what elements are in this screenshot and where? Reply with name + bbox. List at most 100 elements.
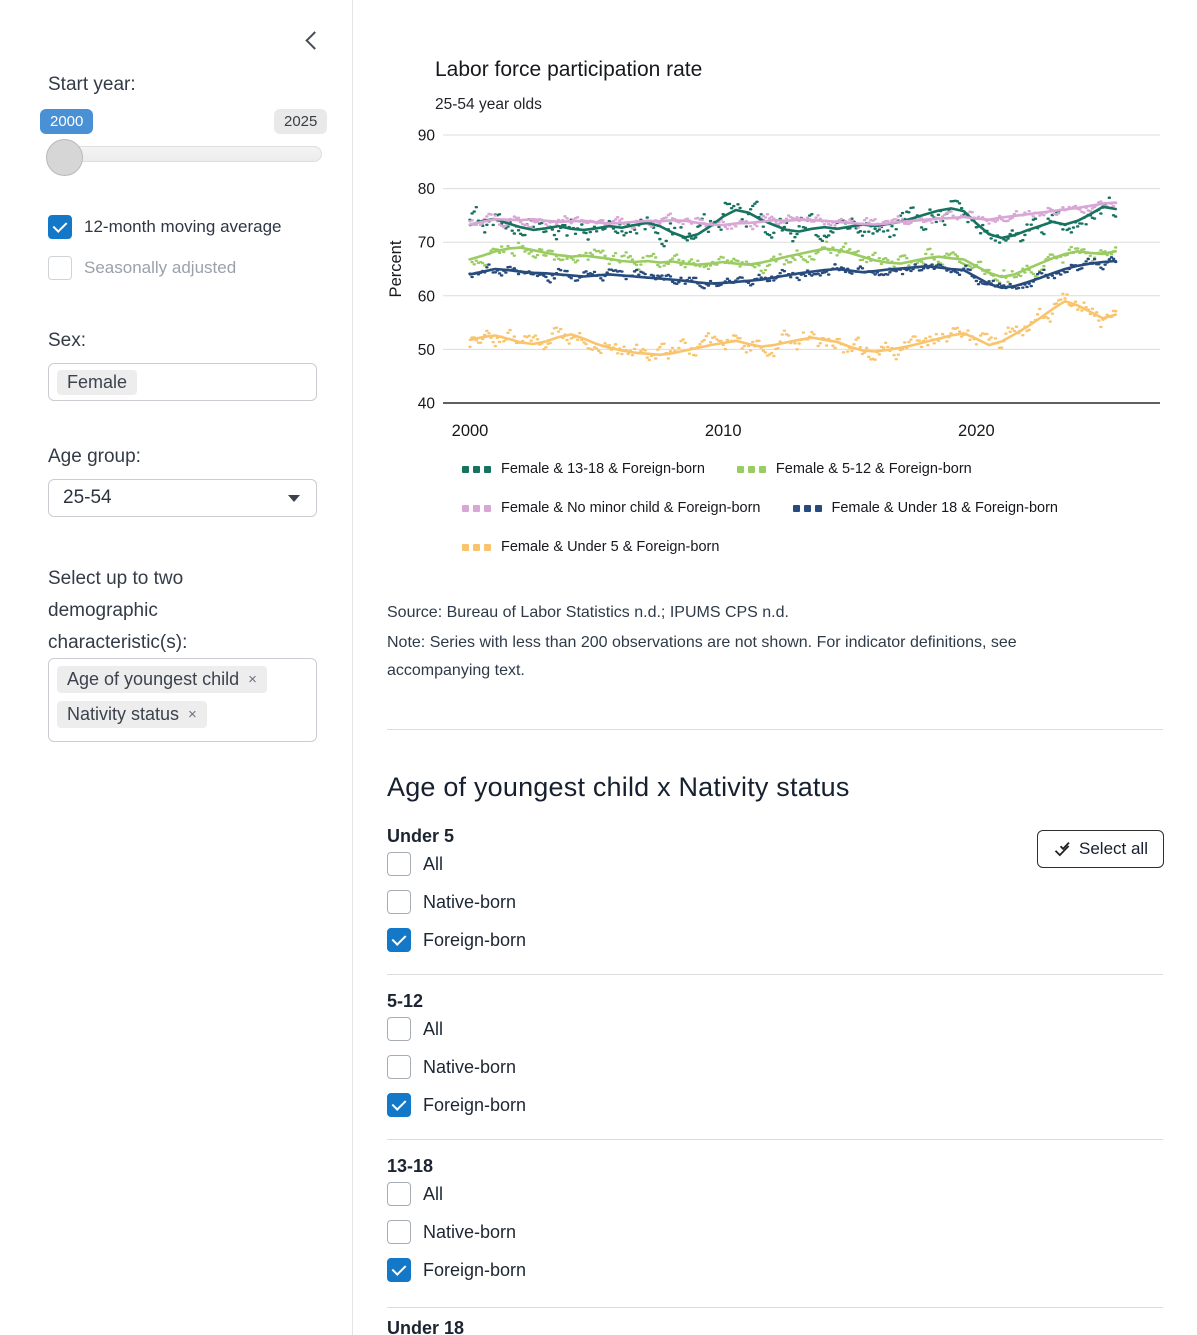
moving-average-label: 12-month moving average: [84, 217, 282, 237]
demographics-label-line: characteristic(s):: [48, 627, 187, 659]
note-text: accompanying text.: [387, 662, 525, 680]
legend-swatch: [462, 505, 491, 512]
select-all-button[interactable]: Select all: [1037, 830, 1164, 868]
age-group-value: 25-54: [63, 487, 112, 509]
dashboard: { "sidebar": { "start_year": {"label": "…: [0, 0, 1197, 1335]
demographics-label-line: demographic: [48, 595, 187, 627]
chart-legend-row: Female & 13-18 & Foreign-born Female & 5…: [462, 461, 972, 477]
option-label: Native-born: [423, 1222, 516, 1243]
age-group-select[interactable]: 25-54: [48, 479, 317, 517]
svg-text:2020: 2020: [958, 422, 995, 440]
check-icon: [392, 1096, 407, 1111]
chart-title: Labor force participation rate: [435, 58, 702, 82]
caret-down-icon: [288, 495, 300, 502]
legend-label: Female & No minor child & Foreign-born: [501, 500, 761, 516]
select-all-label: Select all: [1079, 839, 1148, 859]
check-icon: [392, 1261, 407, 1276]
option-label: Foreign-born: [423, 1095, 526, 1116]
option-checkbox[interactable]: [387, 1182, 411, 1206]
group-divider: [387, 1139, 1163, 1140]
moving-average-checkbox-row: 12-month moving average: [48, 215, 282, 239]
legend-item: Female & No minor child & Foreign-born: [462, 500, 761, 516]
option-label: All: [423, 854, 443, 875]
seasonally-adjusted-checkbox[interactable]: [48, 256, 72, 280]
group-title: Under 5: [387, 826, 454, 847]
demographics-multiselect[interactable]: Age of youngest child × Nativity status …: [48, 658, 317, 742]
moving-average-checkbox[interactable]: [48, 215, 72, 239]
check-icon: [392, 931, 407, 946]
svg-text:60: 60: [418, 288, 436, 305]
group-title: 13-18: [387, 1156, 433, 1177]
remove-chip-icon[interactable]: ×: [188, 707, 197, 722]
option-row: Foreign-born: [387, 1258, 526, 1282]
option-checkbox[interactable]: [387, 890, 411, 914]
section-heading: Age of youngest child x Nativity status: [387, 772, 850, 803]
legend-swatch: [793, 505, 822, 512]
legend-swatch: [462, 544, 491, 551]
chip-label: Nativity status: [67, 704, 179, 725]
sex-selected-chip[interactable]: Female: [57, 370, 137, 395]
start-year-current-badge: 2000: [40, 109, 93, 134]
group-title: 5-12: [387, 991, 423, 1012]
option-label: Native-born: [423, 1057, 516, 1078]
remove-chip-icon[interactable]: ×: [248, 672, 257, 687]
chart-legend-row: Female & No minor child & Foreign-born F…: [462, 500, 1058, 516]
source-text: Source: Bureau of Labor Statistics n.d.;…: [387, 604, 789, 622]
group-title: Under 18: [387, 1318, 464, 1335]
note-text: Note: Series with less than 200 observat…: [387, 634, 1017, 652]
option-checkbox[interactable]: [387, 1055, 411, 1079]
option-checkbox[interactable]: [387, 852, 411, 876]
option-checkbox[interactable]: [387, 1093, 411, 1117]
legend-label: Female & 5-12 & Foreign-born: [776, 461, 972, 477]
option-row: All: [387, 1182, 443, 1206]
legend-item: Female & Under 18 & Foreign-born: [793, 500, 1058, 516]
option-row: Native-born: [387, 1220, 516, 1244]
legend-label: Female & Under 18 & Foreign-born: [832, 500, 1058, 516]
demographic-chip-nativity-status: Nativity status ×: [57, 701, 207, 728]
legend-item: Female & 5-12 & Foreign-born: [737, 461, 972, 477]
legend-swatch: [462, 466, 491, 473]
sidebar-collapse-button[interactable]: [300, 28, 326, 54]
option-row: Foreign-born: [387, 1093, 526, 1117]
option-label: Foreign-born: [423, 1260, 526, 1281]
option-checkbox[interactable]: [387, 928, 411, 952]
seasonally-adjusted-checkbox-row: Seasonally adjusted: [48, 256, 236, 280]
line-chart: 405060708090200020102020Percent: [385, 118, 1163, 450]
option-checkbox[interactable]: [387, 1017, 411, 1041]
chevron-left-icon: [305, 31, 323, 49]
start-year-label: Start year:: [48, 74, 136, 96]
seasonally-adjusted-label: Seasonally adjusted: [84, 258, 236, 278]
legend-item: Female & 13-18 & Foreign-born: [462, 461, 705, 477]
option-row: Native-born: [387, 1055, 516, 1079]
group-divider: [387, 1307, 1163, 1308]
svg-text:2010: 2010: [705, 422, 742, 440]
legend-item: Female & Under 5 & Foreign-born: [462, 539, 719, 555]
option-label: Foreign-born: [423, 930, 526, 951]
demographics-label-line: Select up to two: [48, 563, 187, 595]
option-label: All: [423, 1019, 443, 1040]
option-row: All: [387, 1017, 443, 1041]
option-row: All: [387, 852, 443, 876]
sex-label: Sex:: [48, 330, 86, 352]
double-check-icon: [1053, 840, 1072, 859]
option-row: Native-born: [387, 890, 516, 914]
svg-text:Percent: Percent: [387, 240, 405, 297]
section-divider: [387, 729, 1163, 730]
check-icon: [53, 218, 68, 233]
option-checkbox[interactable]: [387, 1258, 411, 1282]
chip-label: Age of youngest child: [67, 669, 239, 690]
option-label: Native-born: [423, 892, 516, 913]
option-row: Foreign-born: [387, 928, 526, 952]
svg-text:40: 40: [418, 396, 436, 413]
svg-text:80: 80: [418, 181, 436, 198]
demographic-chip-age-of-youngest-child: Age of youngest child ×: [57, 666, 267, 693]
option-checkbox[interactable]: [387, 1220, 411, 1244]
svg-text:2000: 2000: [452, 422, 489, 440]
start-year-slider-track[interactable]: [48, 146, 322, 162]
svg-text:70: 70: [418, 235, 436, 252]
legend-label: Female & Under 5 & Foreign-born: [501, 539, 719, 555]
demographics-label: Select up to two demographic characteris…: [48, 563, 187, 659]
start-year-slider-thumb[interactable]: [46, 139, 83, 176]
sex-select[interactable]: Female: [48, 363, 317, 401]
group-divider: [387, 974, 1163, 975]
